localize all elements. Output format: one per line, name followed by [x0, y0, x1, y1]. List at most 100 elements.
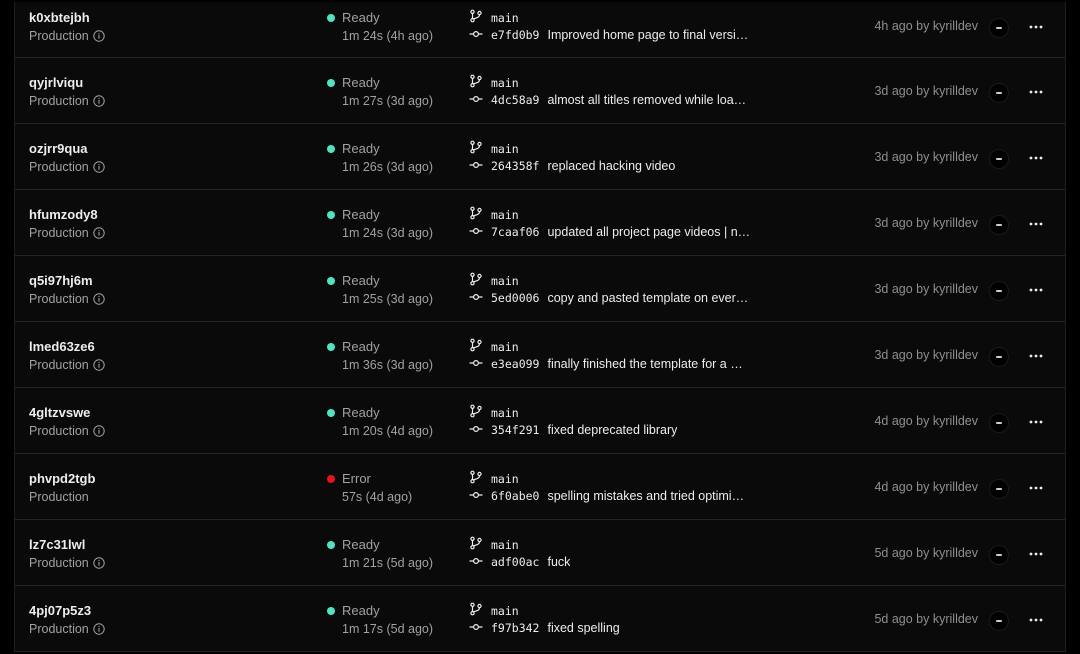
branch-info[interactable]: main	[469, 140, 519, 157]
more-options-icon[interactable]	[1025, 280, 1047, 300]
deployment-row[interactable]: lmed63ze6 Production Ready 1m 36s (3d ag…	[15, 322, 1065, 388]
environment-text: Production	[29, 424, 89, 438]
commit-message: Improved home page to final versi…	[547, 28, 749, 42]
deployment-id[interactable]: 4gltzvswe	[29, 405, 90, 420]
build-duration: 1m 24s (3d ago)	[342, 226, 434, 240]
build-duration: 1m 20s (4d ago)	[342, 424, 434, 438]
deployed-by: 3d ago by kyrilldev	[874, 150, 978, 164]
branch-info[interactable]: main	[469, 206, 519, 223]
info-icon[interactable]	[93, 161, 105, 173]
avatar[interactable]	[989, 18, 1009, 38]
info-icon[interactable]	[93, 557, 105, 569]
deployment-id[interactable]: 4pj07p5z3	[29, 603, 91, 618]
more-options-icon[interactable]	[1025, 544, 1047, 564]
avatar[interactable]	[989, 347, 1009, 367]
avatar[interactable]	[989, 413, 1009, 433]
deployment-id[interactable]: ozjrr9qua	[29, 141, 88, 156]
avatar[interactable]	[989, 611, 1009, 631]
info-icon[interactable]	[93, 623, 105, 635]
commit-info[interactable]: f97b342 fixed spelling	[469, 621, 620, 635]
commit-message: copy and pasted template on ever…	[547, 291, 749, 305]
git-commit-icon	[469, 93, 483, 107]
commit-hash: 354f291	[491, 423, 540, 437]
git-branch-icon	[469, 272, 483, 289]
commit-hash: f97b342	[491, 621, 540, 635]
git-branch-icon	[469, 602, 483, 619]
avatar[interactable]	[989, 545, 1009, 565]
git-commit-icon	[469, 621, 483, 635]
commit-info[interactable]: adf00ac fuck	[469, 555, 570, 569]
status-dot	[327, 474, 335, 483]
deployment-id[interactable]: hfumzody8	[29, 207, 98, 222]
branch-info[interactable]: main	[469, 338, 519, 355]
commit-info[interactable]: 4dc58a9 almost all titles removed while …	[469, 93, 746, 107]
commit-info[interactable]: e3ea099 finally finished the template fo…	[469, 357, 743, 371]
commit-info[interactable]: 5ed0006 copy and pasted template on ever…	[469, 291, 748, 305]
git-branch-icon	[469, 74, 483, 91]
branch-name: main	[491, 273, 519, 288]
deployment-row[interactable]: q5i97hj6m Production Ready 1m 25s (3d ag…	[15, 256, 1065, 322]
environment-text: Production	[29, 622, 89, 636]
deployment-row[interactable]: lz7c31lwl Production Ready 1m 21s (5d ag…	[15, 520, 1065, 586]
branch-info[interactable]: main	[469, 602, 519, 619]
commit-hash: 4dc58a9	[491, 93, 540, 107]
more-options-icon[interactable]	[1025, 214, 1047, 234]
more-options-icon[interactable]	[1025, 610, 1047, 630]
build-duration: 1m 27s (3d ago)	[342, 94, 434, 108]
build-duration: 1m 24s (4h ago)	[342, 29, 434, 43]
deployment-row[interactable]: 4gltzvswe Production Ready 1m 20s (4d ag…	[15, 388, 1065, 454]
status-dot	[327, 144, 335, 153]
avatar[interactable]	[989, 281, 1009, 301]
avatar[interactable]	[989, 215, 1009, 235]
status-text: Ready	[342, 339, 380, 354]
status-text: Ready	[342, 603, 380, 618]
deployment-row[interactable]: qyjrlviqu Production Ready 1m 27s (3d ag…	[15, 58, 1065, 124]
more-options-icon[interactable]	[1025, 17, 1047, 37]
more-options-icon[interactable]	[1025, 478, 1047, 498]
branch-info[interactable]: main	[469, 536, 519, 553]
commit-info[interactable]: 264358f replaced hacking video	[469, 159, 675, 173]
deployment-id[interactable]: k0xbtejbh	[29, 10, 90, 25]
status-dot	[327, 210, 335, 219]
git-branch-icon	[469, 140, 483, 157]
more-options-icon[interactable]	[1025, 412, 1047, 432]
more-options-icon[interactable]	[1025, 346, 1047, 366]
info-icon[interactable]	[93, 227, 105, 239]
status-indicator: Ready	[327, 537, 380, 552]
deployment-row[interactable]: k0xbtejbh Production Ready 1m 24s (4h ag…	[15, 0, 1065, 58]
info-icon[interactable]	[93, 293, 105, 305]
avatar[interactable]	[989, 149, 1009, 169]
deployment-id[interactable]: lmed63ze6	[29, 339, 95, 354]
branch-info[interactable]: main	[469, 9, 519, 26]
branch-info[interactable]: main	[469, 74, 519, 91]
info-icon[interactable]	[93, 95, 105, 107]
deployment-row[interactable]: 4pj07p5z3 Production Ready 1m 17s (5d ag…	[15, 586, 1065, 652]
deployment-row[interactable]: ozjrr9qua Production Ready 1m 26s (3d ag…	[15, 124, 1065, 190]
more-options-icon[interactable]	[1025, 82, 1047, 102]
deployment-id[interactable]: q5i97hj6m	[29, 273, 93, 288]
deployment-id[interactable]: lz7c31lwl	[29, 537, 85, 552]
info-icon[interactable]	[93, 425, 105, 437]
info-icon[interactable]	[93, 30, 105, 42]
commit-info[interactable]: 7caaf06 updated all project page videos …	[469, 225, 750, 239]
build-duration: 1m 26s (3d ago)	[342, 160, 434, 174]
status-indicator: Ready	[327, 273, 380, 288]
branch-name: main	[491, 537, 519, 552]
deployment-row[interactable]: hfumzody8 Production Ready 1m 24s (3d ag…	[15, 190, 1065, 256]
commit-info[interactable]: e7fd0b9 Improved home page to final vers…	[469, 28, 748, 42]
deployment-row[interactable]: phvpd2tgb Production Error 57s (4d ago) …	[15, 454, 1065, 520]
avatar[interactable]	[989, 83, 1009, 103]
more-options-icon[interactable]	[1025, 148, 1047, 168]
branch-info[interactable]: main	[469, 404, 519, 421]
branch-info[interactable]: main	[469, 272, 519, 289]
info-icon[interactable]	[93, 359, 105, 371]
branch-info[interactable]: main	[469, 470, 519, 487]
avatar[interactable]	[989, 479, 1009, 499]
branch-name: main	[491, 405, 519, 420]
commit-hash: 5ed0006	[491, 291, 540, 305]
commit-info[interactable]: 6f0abe0 spelling mistakes and tried opti…	[469, 489, 744, 503]
deployment-id[interactable]: phvpd2tgb	[29, 471, 95, 486]
commit-info[interactable]: 354f291 fixed deprecated library	[469, 423, 677, 437]
environment-label: Production	[29, 29, 105, 43]
deployment-id[interactable]: qyjrlviqu	[29, 75, 83, 90]
